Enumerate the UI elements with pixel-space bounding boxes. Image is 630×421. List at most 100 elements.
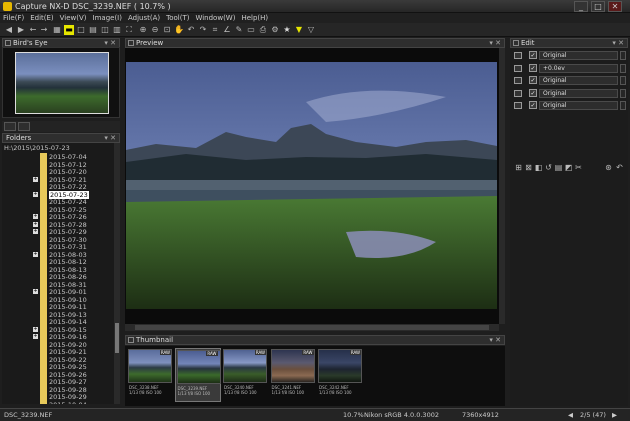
preview-vertical-scrollbar[interactable] (499, 48, 505, 324)
enable-checkbox[interactable]: ✓ (529, 76, 537, 84)
birds-eye-thumbnail[interactable] (15, 52, 109, 114)
preview-header: Preview ▾ ✕ (125, 38, 505, 48)
print-icon[interactable]: ⎙ (258, 25, 268, 35)
title-bar: Capture NX-D DSC_3239.NEF ( 10.7% ) _ □ … (0, 0, 630, 13)
rotate-left-icon[interactable]: ↶ (186, 25, 196, 35)
thumbnail-item[interactable]: RAW DSC_3239.NEF 1/13 f/8 ISO 100 (174, 348, 221, 402)
edit-value[interactable]: +0.0ev (539, 63, 618, 73)
filter-options-icon[interactable]: ▽ (306, 25, 316, 35)
compare-icon[interactable]: ◫ (100, 25, 110, 35)
forward-icon[interactable]: ▶ (16, 25, 26, 35)
options-button[interactable] (620, 51, 626, 60)
display-mode-icon[interactable]: ▬ (64, 25, 74, 35)
menu-view[interactable]: View(V) (60, 13, 87, 23)
panel-controls[interactable]: ▾ ✕ (489, 336, 501, 344)
crop-icon[interactable]: ⌗ (210, 25, 220, 35)
birds-eye-panel (2, 47, 120, 118)
menu-window[interactable]: Window(W) (195, 13, 235, 23)
options-button[interactable] (620, 63, 626, 73)
filter-icon[interactable]: ▼ (294, 25, 304, 35)
expand-icon[interactable]: + (33, 229, 38, 234)
thumbnail-item[interactable]: RAW DSC_3240.NEF 1/13 f/8 ISO 100 (222, 348, 268, 402)
edit-tool-icon[interactable]: ✂ (574, 163, 583, 172)
status-profile: Nikon sRGB 4.0.0.3002 (364, 411, 439, 419)
expand-icon[interactable]: + (33, 326, 38, 332)
prev-page-icon[interactable]: ◀ (568, 409, 573, 421)
thumbnail-item[interactable]: RAW DSC_3238.NEF 1/13 f/8 ISO 100 (127, 348, 173, 402)
star-icon[interactable]: ★ (282, 25, 292, 35)
menu-help[interactable]: Help(H) (241, 13, 268, 23)
grid-view-icon[interactable]: ▤ (88, 25, 98, 35)
edit-tool-icon[interactable]: ↺ (544, 163, 553, 172)
expand-icon[interactable]: + (33, 251, 38, 257)
menu-image[interactable]: Image(I) (93, 13, 122, 23)
undo-icon[interactable]: ↶ (615, 163, 624, 172)
edit-value[interactable]: Original (539, 76, 618, 85)
preview-image[interactable] (126, 62, 497, 309)
scroll-thumb[interactable] (115, 323, 119, 353)
edit-tool-icon[interactable]: ◧ (534, 163, 543, 172)
straighten-icon[interactable]: ∠ (222, 25, 232, 35)
options-button[interactable] (620, 101, 626, 110)
expand-icon[interactable]: + (33, 289, 38, 294)
preview-horizontal-scrollbar[interactable] (125, 324, 499, 331)
monitor-icon[interactable]: ▭ (246, 25, 256, 35)
edit-value[interactable]: Original (539, 51, 618, 60)
menu-file[interactable]: File(F) (3, 13, 24, 23)
fullscreen-icon[interactable]: ⛶ (124, 25, 134, 35)
next-icon[interactable]: → (39, 25, 49, 35)
menu-adjust[interactable]: Adjust(A) (128, 13, 160, 23)
edit-tool-icon[interactable]: ▤ (554, 163, 563, 172)
folder-row[interactable]: 2015-10-04 (2, 400, 114, 404)
panel-icon (5, 40, 11, 46)
folders-scrollbar[interactable] (114, 143, 120, 404)
options-button[interactable] (620, 76, 626, 85)
single-view-icon[interactable]: □ (76, 25, 86, 35)
edit-tool-icon[interactable]: ⊞ (514, 163, 523, 172)
maximize-button[interactable]: □ (591, 1, 605, 12)
metadata-tab[interactable] (18, 122, 30, 131)
edit-value[interactable]: Original (539, 101, 618, 110)
enable-checkbox[interactable]: ✓ (529, 101, 537, 109)
panel-controls[interactable]: ▾ ✕ (104, 134, 116, 142)
close-button[interactable]: ✕ (608, 1, 622, 12)
thumbnail-item[interactable]: RAW DSC_3242.NEF 1/13 f/8 ISO 100 (317, 348, 363, 402)
enable-checkbox[interactable]: ✓ (529, 51, 537, 59)
options-button[interactable] (620, 88, 626, 98)
brush-icon[interactable]: ✎ (234, 25, 244, 35)
expand-icon[interactable]: + (33, 221, 38, 227)
edit-tool-icon[interactable]: ⊠ (524, 163, 533, 172)
edit-value[interactable]: Original (539, 88, 618, 98)
thumbnail-item[interactable]: RAW DSC_3241.NEF 1/13 f/8 ISO 100 (270, 348, 316, 402)
zoom-out-icon[interactable]: ⊖ (150, 25, 160, 35)
enable-checkbox[interactable]: ✓ (529, 63, 537, 72)
minimize-button[interactable]: _ (574, 1, 588, 12)
scroll-thumb[interactable] (135, 325, 489, 330)
filmstrip-icon[interactable]: ▥ (112, 25, 122, 35)
status-bar: DSC_3239.NEF 10.7% Nikon sRGB 4.0.0.3002… (0, 408, 630, 421)
expand-icon[interactable]: + (33, 176, 38, 182)
menu-tool[interactable]: Tool(T) (166, 13, 189, 23)
expand-icon[interactable]: + (33, 214, 38, 219)
layout-icon[interactable]: ▦ (52, 25, 62, 35)
rotate-right-icon[interactable]: ↷ (198, 25, 208, 35)
enable-checkbox[interactable]: ✓ (529, 88, 537, 97)
next-page-icon[interactable]: ▶ (612, 409, 617, 421)
edit-tool-icon[interactable]: ◩ (564, 163, 573, 172)
folder-tab[interactable] (4, 122, 16, 131)
zoom-in-icon[interactable]: ⊕ (138, 25, 148, 35)
expand-icon[interactable]: + (33, 334, 38, 339)
expand-icon[interactable]: + (33, 191, 38, 197)
back-icon[interactable]: ◀ (4, 25, 14, 35)
raw-badge: RAW (254, 350, 266, 355)
hand-icon[interactable]: ✋ (174, 25, 184, 35)
settings-icon[interactable]: ⚙ (270, 25, 280, 35)
panel-controls[interactable]: ▾ ✕ (612, 39, 624, 47)
folder-path-row[interactable]: H:\2015\2015-07-23 (2, 144, 114, 152)
prev-icon[interactable]: ← (28, 25, 38, 35)
menu-edit[interactable]: Edit(E) (30, 13, 53, 23)
settings-icon[interactable]: ⊛ (604, 163, 613, 172)
panel-controls[interactable]: ▾ ✕ (489, 39, 501, 47)
fit-icon[interactable]: ⊡ (162, 25, 172, 35)
panel-controls[interactable]: ▾ ✕ (104, 39, 116, 47)
